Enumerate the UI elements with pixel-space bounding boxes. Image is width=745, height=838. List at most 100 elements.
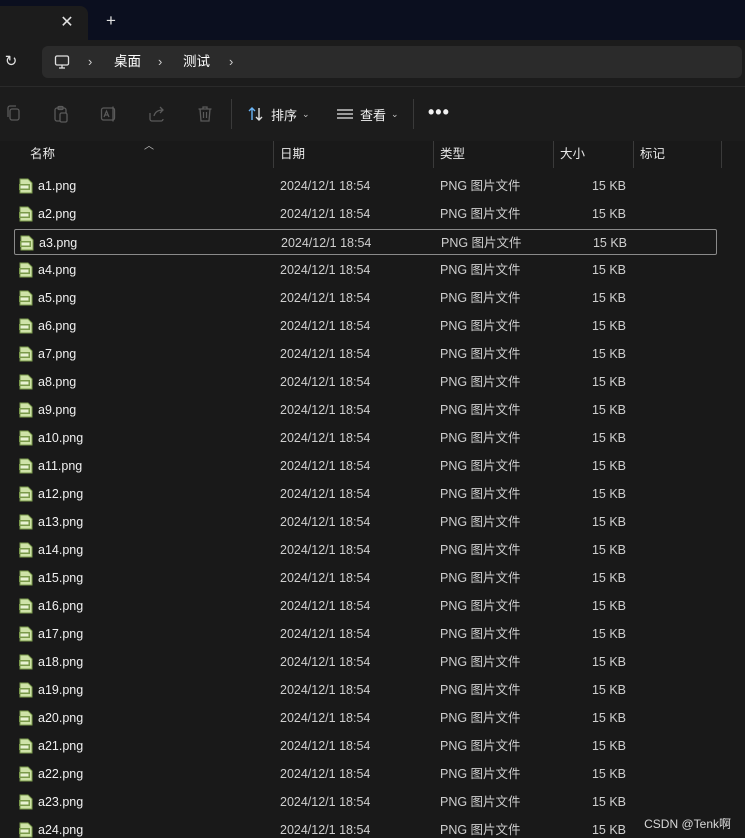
file-size: 15 KB xyxy=(591,515,626,529)
png-file-icon xyxy=(19,598,33,614)
paste-icon[interactable] xyxy=(51,104,71,124)
file-row[interactable]: a3.png 2024/12/1 18:54 PNG 图片文件 15 KB xyxy=(14,229,717,255)
delete-icon[interactable] xyxy=(195,104,215,124)
chevron-right-icon[interactable]: › xyxy=(88,54,98,70)
breadcrumb-test[interactable]: 测试 xyxy=(183,54,210,70)
file-name: a3.png xyxy=(39,236,78,250)
file-name: a13.png xyxy=(38,515,84,529)
column-size[interactable]: 大小 xyxy=(560,141,585,168)
file-type: PNG 图片文件 xyxy=(440,291,521,305)
file-type: PNG 图片文件 xyxy=(440,543,521,557)
column-type[interactable]: 类型 xyxy=(440,141,465,168)
file-name: a19.png xyxy=(38,683,84,697)
file-type: PNG 图片文件 xyxy=(440,347,521,361)
rename-icon[interactable] xyxy=(99,104,119,124)
png-file-icon xyxy=(19,514,33,530)
close-tab-icon[interactable]: ✕ xyxy=(58,14,76,32)
png-file-icon xyxy=(19,458,33,474)
address-bar[interactable]: › 桌面 › 测试 › xyxy=(42,46,742,78)
file-size: 15 KB xyxy=(591,487,626,501)
file-row[interactable]: a1.png 2024/12/1 18:54 PNG 图片文件 15 KB xyxy=(14,173,717,199)
file-date: 2024/12/1 18:54 xyxy=(280,795,371,809)
file-date: 2024/12/1 18:54 xyxy=(280,291,371,305)
file-size: 15 KB xyxy=(591,655,626,669)
file-date: 2024/12/1 18:54 xyxy=(280,739,371,753)
column-resize-handle[interactable] xyxy=(721,141,722,168)
column-resize-handle[interactable] xyxy=(273,141,274,168)
file-name: a22.png xyxy=(38,767,84,781)
sort-label: 排序 xyxy=(271,107,298,123)
file-row[interactable]: a18.png 2024/12/1 18:54 PNG 图片文件 15 KB xyxy=(14,649,717,675)
file-row[interactable]: a16.png 2024/12/1 18:54 PNG 图片文件 15 KB xyxy=(14,593,717,619)
png-file-icon xyxy=(19,682,33,698)
file-size: 15 KB xyxy=(591,179,626,193)
png-file-icon xyxy=(19,262,33,278)
file-row[interactable]: a15.png 2024/12/1 18:54 PNG 图片文件 15 KB xyxy=(14,565,717,591)
file-row[interactable]: a2.png 2024/12/1 18:54 PNG 图片文件 15 KB xyxy=(14,201,717,227)
file-row[interactable]: a12.png 2024/12/1 18:54 PNG 图片文件 15 KB xyxy=(14,481,717,507)
file-row[interactable]: a7.png 2024/12/1 18:54 PNG 图片文件 15 KB xyxy=(14,341,717,367)
more-options-icon[interactable]: ••• xyxy=(428,103,450,124)
column-resize-handle[interactable] xyxy=(433,141,434,168)
file-row[interactable]: a4.png 2024/12/1 18:54 PNG 图片文件 15 KB xyxy=(14,257,717,283)
file-date: 2024/12/1 18:54 xyxy=(280,655,371,669)
file-name: a24.png xyxy=(38,823,84,837)
file-row[interactable]: a13.png 2024/12/1 18:54 PNG 图片文件 15 KB xyxy=(14,509,717,535)
file-row[interactable]: a23.png 2024/12/1 18:54 PNG 图片文件 15 KB xyxy=(14,789,717,815)
file-type: PNG 图片文件 xyxy=(440,683,521,697)
file-name: a5.png xyxy=(38,291,77,305)
file-row[interactable]: a24.png 2024/12/1 18:54 PNG 图片文件 15 KB xyxy=(14,817,717,838)
file-row[interactable]: a17.png 2024/12/1 18:54 PNG 图片文件 15 KB xyxy=(14,621,717,647)
file-row[interactable]: a21.png 2024/12/1 18:54 PNG 图片文件 15 KB xyxy=(14,733,717,759)
file-date: 2024/12/1 18:54 xyxy=(280,179,371,193)
file-row[interactable]: a19.png 2024/12/1 18:54 PNG 图片文件 15 KB xyxy=(14,677,717,703)
chevron-right-icon[interactable]: › xyxy=(229,54,239,70)
file-date: 2024/12/1 18:54 xyxy=(280,319,371,333)
file-size: 15 KB xyxy=(591,403,626,417)
column-name[interactable]: 名称 xyxy=(30,141,55,168)
file-row[interactable]: a5.png 2024/12/1 18:54 PNG 图片文件 15 KB xyxy=(14,285,717,311)
refresh-icon[interactable]: ↻ xyxy=(2,53,20,71)
tab-active[interactable]: ✕ xyxy=(0,6,88,40)
file-row[interactable]: a8.png 2024/12/1 18:54 PNG 图片文件 15 KB xyxy=(14,369,717,395)
file-size: 15 KB xyxy=(591,319,626,333)
file-date: 2024/12/1 18:54 xyxy=(281,236,372,250)
column-resize-handle[interactable] xyxy=(553,141,554,168)
png-file-icon xyxy=(19,430,33,446)
file-size: 15 KB xyxy=(591,823,626,837)
png-file-icon xyxy=(19,318,33,334)
sort-ascending-icon: ︿ xyxy=(144,141,154,152)
file-row[interactable]: a9.png 2024/12/1 18:54 PNG 图片文件 15 KB xyxy=(14,397,717,423)
file-size: 15 KB xyxy=(591,207,626,221)
watermark: CSDN @Tenk啊 xyxy=(644,817,731,831)
monitor-icon[interactable] xyxy=(54,54,70,70)
column-date[interactable]: 日期 xyxy=(280,141,305,168)
file-name: a23.png xyxy=(38,795,84,809)
share-icon[interactable] xyxy=(147,104,167,124)
file-type: PNG 图片文件 xyxy=(440,319,521,333)
breadcrumb-desktop[interactable]: 桌面 xyxy=(114,54,141,70)
view-button[interactable]: 查看 ⌄ xyxy=(336,102,399,126)
file-date: 2024/12/1 18:54 xyxy=(280,823,371,837)
file-type: PNG 图片文件 xyxy=(440,487,521,501)
file-date: 2024/12/1 18:54 xyxy=(280,767,371,781)
file-row[interactable]: a10.png 2024/12/1 18:54 PNG 图片文件 15 KB xyxy=(14,425,717,451)
new-tab-icon[interactable]: + xyxy=(102,12,120,30)
file-row[interactable]: a14.png 2024/12/1 18:54 PNG 图片文件 15 KB xyxy=(14,537,717,563)
png-file-icon xyxy=(19,374,33,390)
copy-icon[interactable] xyxy=(4,104,24,124)
file-date: 2024/12/1 18:54 xyxy=(280,263,371,277)
file-type: PNG 图片文件 xyxy=(440,599,521,613)
sort-button[interactable]: 排序 ⌄ xyxy=(247,102,310,126)
column-tags[interactable]: 标记 xyxy=(640,141,665,168)
file-row[interactable]: a22.png 2024/12/1 18:54 PNG 图片文件 15 KB xyxy=(14,761,717,787)
file-row[interactable]: a20.png 2024/12/1 18:54 PNG 图片文件 15 KB xyxy=(14,705,717,731)
png-file-icon xyxy=(19,654,33,670)
toolbar-divider xyxy=(413,99,414,129)
column-resize-handle[interactable] xyxy=(633,141,634,168)
file-row[interactable]: a11.png 2024/12/1 18:54 PNG 图片文件 15 KB xyxy=(14,453,717,479)
file-row[interactable]: a6.png 2024/12/1 18:54 PNG 图片文件 15 KB xyxy=(14,313,717,339)
chevron-right-icon[interactable]: › xyxy=(158,54,168,70)
file-type: PNG 图片文件 xyxy=(440,459,521,473)
file-date: 2024/12/1 18:54 xyxy=(280,375,371,389)
